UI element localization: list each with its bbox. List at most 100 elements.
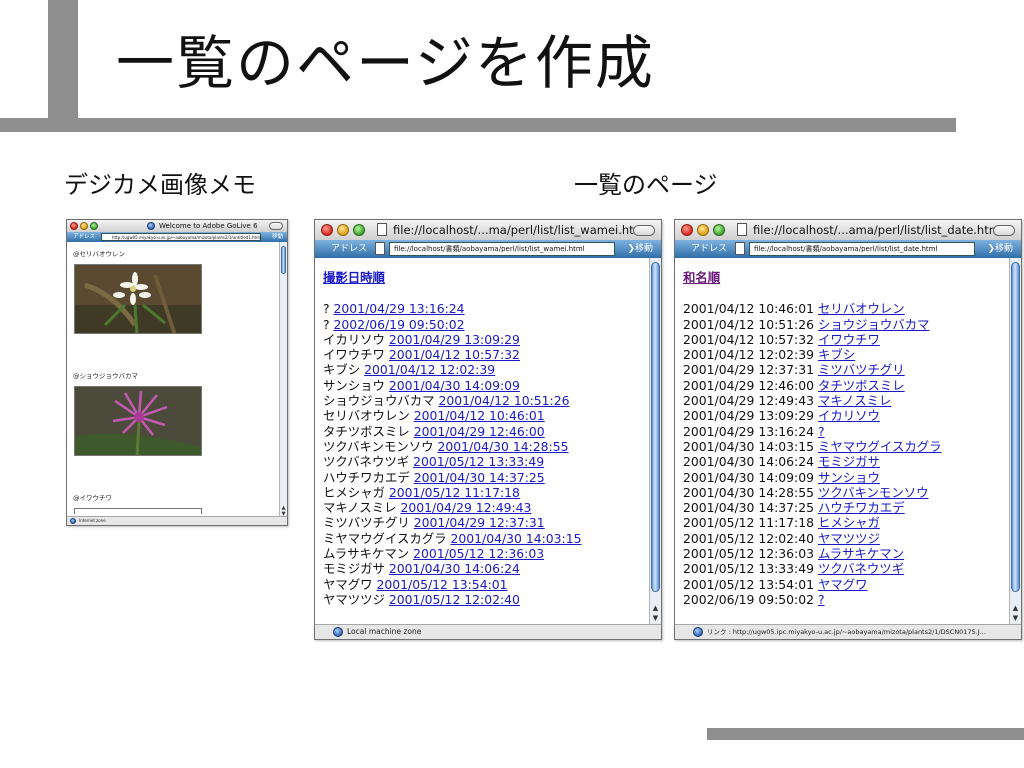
status-bar: リンク : http://ugw05.ipc.miyakyo-u.ac.jp/~… [675, 624, 1021, 639]
close-button-icon[interactable] [70, 222, 78, 230]
list-item-text: ? [323, 301, 330, 317]
scrollbar-thumb[interactable] [651, 262, 660, 592]
list-item: ショウジョウバカマ 2001/04/12 10:51:26 [323, 393, 582, 408]
list-item-link[interactable]: ミヤマウグイスカグラ [818, 439, 942, 454]
list-item-link[interactable]: 2001/04/30 14:03:15 [451, 531, 582, 546]
list-item-link[interactable]: 2001/04/30 14:37:25 [414, 470, 545, 485]
list-item-link[interactable]: イワウチワ [818, 332, 880, 347]
list-item-link[interactable]: 2001/04/29 13:16:24 [334, 301, 465, 316]
list-item-link[interactable]: タチツボスミレ [818, 378, 905, 393]
window-titlebar[interactable]: file://localhost/...ma/perl/list/list_wa… [315, 220, 661, 241]
minimize-button-icon[interactable] [80, 222, 88, 230]
slide-horizontal-bar [0, 118, 956, 132]
list-item-link[interactable]: ツクバネウツギ [818, 561, 904, 576]
go-button[interactable]: ❯移動 [987, 240, 1013, 258]
list-item-text: ムラサキケマン [323, 546, 410, 562]
window-titlebar[interactable]: file://localhost/...ama/perl/list/list_d… [675, 220, 1021, 241]
address-input[interactable]: file://localhost/書類/aobayama/perl/list/l… [389, 242, 615, 256]
list-wamei-window: file://localhost/...ma/perl/list/list_wa… [314, 219, 662, 640]
list-item-link[interactable]: 2001/04/29 12:46:00 [414, 424, 545, 439]
list-item: 2001/04/12 10:46:01 セリバオウレン [683, 301, 942, 316]
list-item-link[interactable]: 2001/05/12 13:33:49 [413, 454, 544, 469]
list-item-link[interactable]: 2001/05/12 12:36:03 [413, 546, 544, 561]
go-button[interactable]: 移動 [272, 232, 283, 242]
vertical-scrollbar[interactable]: ▲ ▼ [1009, 258, 1021, 625]
list-item: ヤマツツジ 2001/05/12 12:02:40 [323, 592, 582, 607]
list-item: ハウチワカエデ 2001/04/30 14:37:25 [323, 470, 582, 485]
vertical-scrollbar[interactable]: ▲ ▼ [649, 258, 661, 625]
list-item-link[interactable]: 2001/04/29 13:09:29 [389, 332, 520, 347]
sort-by-name-link[interactable]: 和名順 [683, 270, 942, 285]
list-item-link[interactable]: サンショウ [818, 470, 880, 485]
list-item-link[interactable]: 2001/05/12 12:02:40 [389, 592, 520, 607]
status-text: Internet zone [79, 518, 106, 523]
scrollbar-thumb[interactable] [1011, 262, 1020, 592]
list-item-link[interactable]: 2002/06/19 09:50:02 [334, 317, 465, 332]
list-item-link[interactable]: キブシ [818, 347, 855, 362]
list-item-link[interactable]: 2001/04/12 10:51:26 [438, 393, 569, 408]
list-item-text: 2001/04/29 12:46:00 [683, 377, 815, 393]
slide-title: 一覧のページを作成 [116, 29, 655, 97]
list-item-link[interactable]: ? [818, 592, 825, 607]
wamei-rows: ? 2001/04/29 13:16:24? 2002/06/19 09:50:… [323, 301, 582, 607]
list-item-link[interactable]: 2001/04/29 12:37:31 [414, 515, 545, 530]
toolbar-toggle-button[interactable] [633, 225, 655, 236]
toolbar-toggle-button[interactable] [993, 225, 1015, 236]
right-section-label: 一覧のページ [574, 171, 718, 199]
list-item-text: 2002/06/19 09:50:02 [683, 591, 815, 607]
list-item-link[interactable]: ムラサキケマン [818, 546, 904, 561]
list-item-link[interactable]: 2001/04/30 14:09:09 [389, 378, 520, 393]
zoom-button-icon[interactable] [353, 224, 365, 236]
scroll-down-arrow-icon[interactable]: ▼ [650, 613, 661, 623]
list-item-link[interactable]: 2001/04/12 10:46:01 [414, 408, 545, 423]
list-item-link[interactable]: マキノスミレ [818, 393, 891, 408]
zoom-button-icon[interactable] [713, 224, 725, 236]
list-item-link[interactable]: 2001/04/12 10:57:32 [389, 347, 520, 362]
status-text: Local machine zone [347, 627, 422, 636]
scrollbar-thumb[interactable] [281, 246, 286, 274]
close-button-icon[interactable] [321, 224, 333, 236]
list-item-link[interactable]: セリバオウレン [818, 301, 905, 316]
window-title: file://localhost/...ama/perl/list/list_d… [753, 223, 1004, 237]
list-item-link[interactable]: ヤマツツジ [818, 531, 880, 546]
scroll-up-arrow-icon[interactable]: ▲ [650, 603, 661, 613]
list-item-link[interactable]: モミジガサ [818, 454, 880, 469]
list-item-link[interactable]: 2001/04/12 12:02:39 [364, 362, 495, 377]
list-item-link[interactable]: ミツバツチグリ [818, 362, 905, 377]
list-item-link[interactable]: ショウジョウバカマ [818, 317, 930, 332]
list-item: モミジガサ 2001/04/30 14:06:24 [323, 561, 582, 576]
address-input[interactable]: http://ugw05.miyakyo-u.ac.jp/~aobayama/m… [101, 233, 261, 241]
list-item-link[interactable]: 2001/05/12 13:54:01 [377, 577, 508, 592]
zoom-button-icon[interactable] [90, 222, 98, 230]
close-button-icon[interactable] [681, 224, 693, 236]
slide-vertical-bar [48, 0, 78, 130]
list-item-link[interactable]: イカリソウ [818, 408, 880, 423]
vertical-scrollbar[interactable]: ▲ ▼ [279, 242, 287, 517]
list-item-link[interactable]: ヤマグワ [818, 577, 868, 592]
list-item-text: 2001/05/12 13:54:01 [683, 576, 815, 592]
list-item-link[interactable]: 2001/05/12 11:17:18 [389, 485, 520, 500]
go-button[interactable]: ❯移動 [627, 240, 653, 258]
list-item-link[interactable]: 2001/04/30 14:06:24 [389, 561, 520, 576]
address-input[interactable]: file://localhost/書類/aobayama/perl/list/l… [749, 242, 975, 256]
scroll-down-arrow-icon[interactable]: ▼ [1010, 613, 1021, 623]
minimize-button-icon[interactable] [697, 224, 709, 236]
list-item-link[interactable]: ツクバキンモンソウ [818, 485, 929, 500]
entry-label: @イワウチワ [73, 494, 112, 502]
list-item-text: 2001/05/12 12:36:03 [683, 546, 815, 562]
address-document-icon [375, 242, 385, 255]
browser-globe-icon [147, 222, 155, 230]
list-item-text: 2001/04/30 14:37:25 [683, 500, 815, 516]
go-arrow-icon: ❯ [627, 244, 635, 254]
go-arrow-icon: ❯ [987, 244, 995, 254]
list-item-link[interactable]: ヒメシャガ [818, 515, 880, 530]
list-item-link[interactable]: ? [818, 424, 825, 439]
list-item-link[interactable]: 2001/04/29 12:49:43 [400, 500, 531, 515]
list-item-link[interactable]: 2001/04/30 14:28:55 [437, 439, 568, 454]
minimize-button-icon[interactable] [337, 224, 349, 236]
list-item: 2002/06/19 09:50:02 ? [683, 592, 942, 607]
sort-by-date-link[interactable]: 撮影日時順 [323, 270, 582, 285]
scroll-up-arrow-icon[interactable]: ▲ [1010, 603, 1021, 613]
toolbar-toggle-button[interactable] [269, 222, 283, 230]
list-item-link[interactable]: ハウチワカエデ [818, 500, 905, 515]
